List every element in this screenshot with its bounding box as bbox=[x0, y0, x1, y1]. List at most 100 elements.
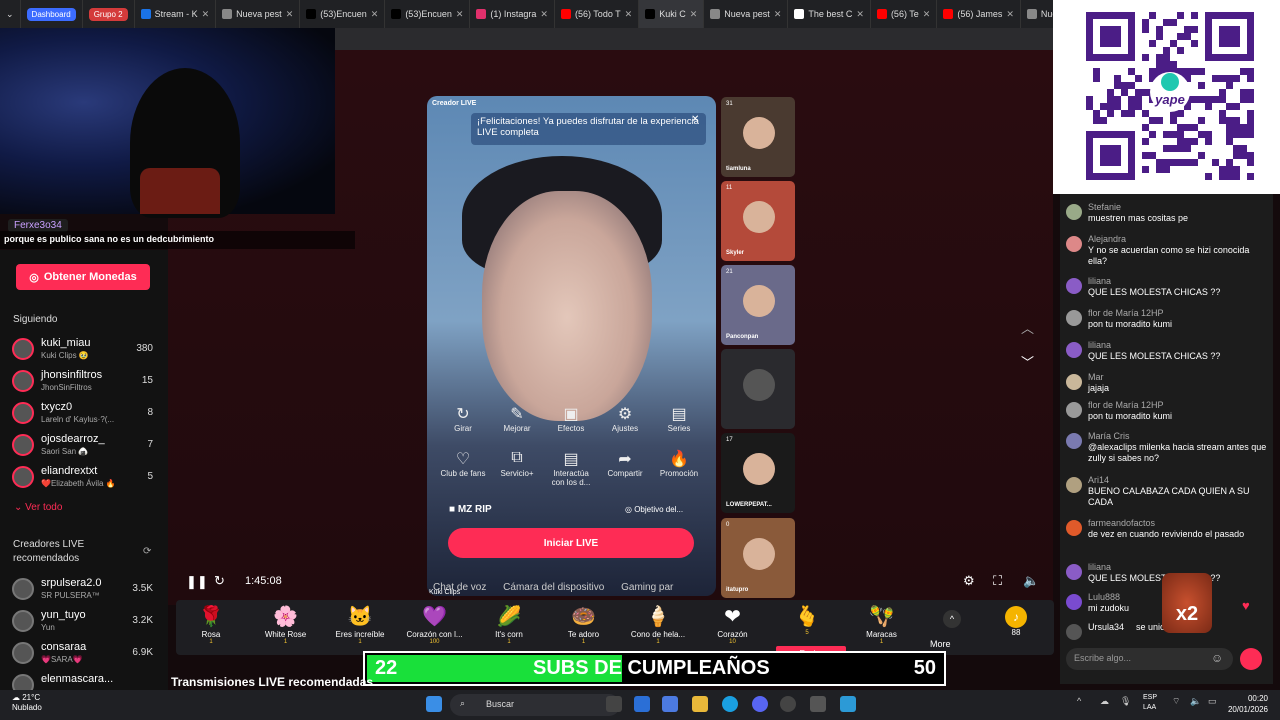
browser-tab[interactable]: (56) Te ✕ bbox=[871, 0, 938, 28]
language-indicator[interactable]: ESP LAA bbox=[1143, 693, 1157, 713]
store-icon[interactable] bbox=[634, 696, 650, 712]
live-thumb[interactable]: 31 tiamluna bbox=[721, 97, 795, 177]
gift-button[interactable] bbox=[1240, 648, 1262, 670]
copilot-icon[interactable] bbox=[662, 696, 678, 712]
browser-tab[interactable]: The best C ✕ bbox=[788, 0, 871, 28]
chevron-up-icon[interactable]: ^ bbox=[1077, 696, 1081, 712]
close-icon[interactable]: ✕ bbox=[690, 9, 698, 20]
windows-start-icon[interactable] bbox=[426, 696, 442, 712]
close-icon[interactable]: ✕ bbox=[202, 9, 210, 20]
tool-2[interactable]: ▣ Efectos bbox=[546, 404, 596, 433]
gift-item[interactable]: 🫰 5 bbox=[772, 604, 842, 636]
following-item[interactable]: txycz0 Lareln d' Kaylus·?(... 8 bbox=[12, 399, 157, 429]
browser-tab[interactable]: (53)Encuen ✕ bbox=[300, 0, 386, 28]
wifi-icon[interactable]: ⌔ bbox=[1172, 696, 1180, 712]
close-icon[interactable]: ✕ bbox=[774, 9, 782, 20]
browser-tab[interactable]: Nueva pest✕ bbox=[216, 0, 301, 28]
browser-tab[interactable]: (56) James ✕ bbox=[937, 0, 1021, 28]
close-icon[interactable]: ✕ bbox=[1006, 9, 1014, 20]
chrome-icon[interactable] bbox=[780, 696, 796, 712]
close-icon[interactable]: ✕ bbox=[625, 9, 633, 20]
browser-tab[interactable]: Stream - K ✕ bbox=[135, 0, 217, 28]
live-thumb[interactable] bbox=[721, 349, 795, 429]
browser-tab[interactable]: Nueva pest✕ bbox=[704, 0, 789, 28]
option-device-camera[interactable]: Cámara del dispositivo bbox=[503, 582, 604, 593]
refresh-icon[interactable]: ⟳ bbox=[143, 546, 151, 557]
address-bar[interactable] bbox=[335, 28, 1053, 50]
start-live-button[interactable]: Iniciar LIVE bbox=[448, 528, 694, 558]
browser-tab[interactable]: Nueva pest✕ bbox=[1021, 0, 1053, 28]
tool-3[interactable]: ⚙ Ajustes bbox=[600, 404, 650, 433]
folder-icon[interactable] bbox=[692, 696, 708, 712]
tab-group-dashboard[interactable]: Dashboard bbox=[21, 0, 83, 28]
close-icon[interactable]: ✕ bbox=[371, 9, 379, 20]
live-thumb[interactable]: 21 Panconpan bbox=[721, 265, 795, 345]
taskbar-search[interactable]: ⌕ Buscar bbox=[450, 694, 620, 716]
network-icon[interactable]: ☁ bbox=[1100, 696, 1109, 712]
heart-icon[interactable]: ♥ bbox=[1242, 598, 1250, 613]
chevron-up-icon[interactable]: ︿ bbox=[1021, 318, 1034, 337]
gift-item[interactable]: 🌸 White Rose 1 bbox=[251, 604, 321, 645]
see-all-link[interactable]: ⌄ Ver todo bbox=[14, 502, 62, 513]
recommended-item[interactable]: srpulsera2.0 SR PULSERA™ 3.5K bbox=[12, 575, 157, 605]
speaker-icon[interactable]: 🔈 bbox=[1190, 696, 1201, 712]
browser-tab[interactable]: (53)Encuen ✕ bbox=[385, 0, 471, 28]
weather-widget[interactable]: ☁ 21°C Nublado bbox=[12, 693, 42, 713]
close-icon[interactable]: ✕ bbox=[286, 9, 294, 20]
close-icon[interactable]: ✕ bbox=[856, 9, 864, 20]
emoji-icon[interactable]: ☺ bbox=[1211, 651, 1223, 665]
gift-item[interactable]: 🍩 Te adoro 1 bbox=[549, 604, 619, 645]
task-view-icon[interactable] bbox=[606, 696, 622, 712]
get-coins-button[interactable]: ◎ Obtener Monedas bbox=[16, 264, 150, 290]
tool-5[interactable]: ♡ Club de fans bbox=[438, 449, 488, 478]
close-icon[interactable]: ✕ bbox=[540, 9, 548, 20]
close-icon[interactable]: ✕ bbox=[456, 9, 464, 20]
option-gaming[interactable]: Gaming par bbox=[621, 582, 673, 593]
tool-7[interactable]: ▤ Interactúa con los d... bbox=[546, 449, 596, 487]
live-thumb[interactable]: 0 itatupro bbox=[721, 518, 795, 598]
tool-6[interactable]: ⧉ Servicio+ bbox=[492, 449, 542, 478]
settings-icon[interactable]: ⚙ bbox=[963, 573, 975, 589]
chevron-up-icon[interactable]: ^ bbox=[943, 610, 961, 628]
following-item[interactable]: ojosdearroz_ Saori San 🍙 7 bbox=[12, 431, 157, 461]
gift-item[interactable]: 🐱 Eres increíble 1 bbox=[325, 604, 395, 645]
room-name[interactable]: ■ MZ RIP bbox=[449, 504, 492, 515]
tool-0[interactable]: ↻ Girar bbox=[438, 404, 488, 433]
gift-item[interactable]: 🌹 Rosa 1 bbox=[176, 604, 246, 645]
app-icon[interactable] bbox=[840, 696, 856, 712]
tool-4[interactable]: ▤ Series bbox=[654, 404, 704, 433]
gift-item[interactable]: 🍦 Cono de hela... 1 bbox=[623, 604, 693, 645]
more-gifts-button[interactable]: More bbox=[930, 639, 951, 649]
browser-tab[interactable]: (1) Instagra ✕ bbox=[470, 0, 555, 28]
following-item[interactable]: jhonsinfiltros JhonSinFiltros 15 bbox=[12, 367, 157, 397]
goal-button[interactable]: ◎ Objetivo del... bbox=[625, 505, 683, 514]
tab-list-button[interactable]: ⌄ bbox=[0, 0, 21, 28]
following-item[interactable]: eliandrextxt ❤️Elizabeth Ávila 🔥 5 bbox=[12, 463, 157, 493]
tool-1[interactable]: ✎ Mejorar bbox=[492, 404, 542, 433]
taskbar-clock[interactable]: 00:20 20/01/2026 bbox=[1228, 693, 1268, 715]
tab-group-2[interactable]: Grupo 2 bbox=[83, 0, 135, 28]
gift-item[interactable]: ❤ Corazón 10 bbox=[698, 604, 768, 645]
pause-icon[interactable]: ❚❚ bbox=[186, 574, 208, 590]
gift-item[interactable]: 🪇 Maracas 1 bbox=[847, 604, 917, 645]
recommended-item[interactable]: yun_tuyo Yun 3.2K bbox=[12, 607, 157, 637]
edge-icon[interactable] bbox=[722, 696, 738, 712]
steam-icon[interactable] bbox=[810, 696, 826, 712]
gift-item[interactable]: 💜 Corazón con l... 100 bbox=[400, 604, 470, 645]
close-icon[interactable]: ✕ bbox=[691, 114, 699, 125]
battery-icon[interactable]: ▭ bbox=[1208, 696, 1217, 712]
browser-tab[interactable]: (56) Todo T ✕ bbox=[555, 0, 640, 28]
coin-balance[interactable]: ♪ 88 bbox=[998, 606, 1034, 637]
recommended-item[interactable]: consaraa 💗SARA💗 6.9K bbox=[12, 639, 157, 669]
tool-8[interactable]: ➦ Compartir bbox=[600, 449, 650, 478]
fullscreen-icon[interactable]: ⛶ bbox=[993, 573, 1002, 589]
chevron-down-icon[interactable]: ﹀ bbox=[1021, 352, 1034, 371]
live-thumb[interactable]: 17 LOWERPEPAT... bbox=[721, 433, 795, 513]
tool-9[interactable]: 🔥 Promoción bbox=[654, 449, 704, 478]
mic-icon[interactable]: 🎙 bbox=[1120, 696, 1131, 712]
gift-item[interactable]: 🌽 It's corn 1 bbox=[474, 604, 544, 645]
following-item[interactable]: kuki_miau Kuki Clips 🥹 380 bbox=[12, 335, 157, 365]
volume-icon[interactable]: 🔈 bbox=[1023, 573, 1039, 589]
live-thumb[interactable]: 11 Skyler bbox=[721, 181, 795, 261]
close-icon[interactable]: ✕ bbox=[923, 9, 931, 20]
